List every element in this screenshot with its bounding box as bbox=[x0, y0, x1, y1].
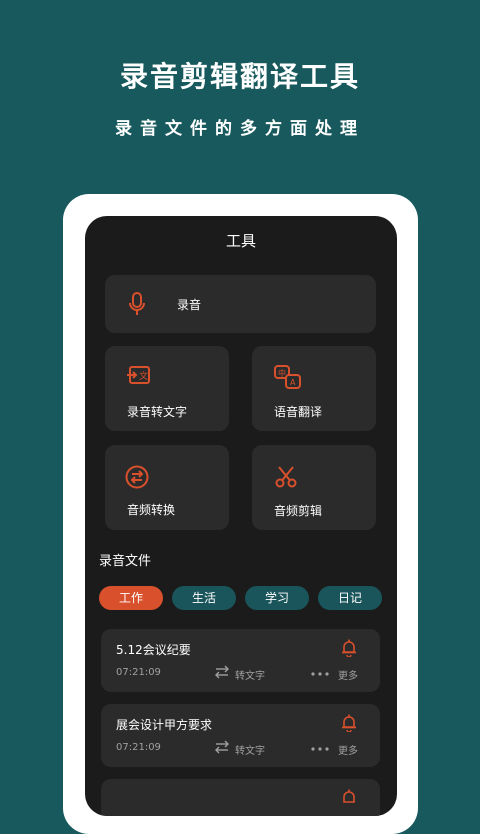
file-time: 07:21:09 bbox=[116, 667, 161, 678]
svg-text:A: A bbox=[290, 378, 296, 387]
promo-title: 录音剪辑翻译工具 bbox=[119, 60, 360, 93]
record-label: 录音 bbox=[177, 298, 202, 312]
tab-life[interactable]: 生活 bbox=[172, 586, 236, 610]
translate-icon: 中 A bbox=[274, 365, 301, 389]
files-section-title: 录音文件 bbox=[99, 554, 152, 569]
convert-arrows-icon[interactable] bbox=[215, 740, 229, 754]
file-item[interactable]: 5.12会议纪要 07:21:09 转文字 更多 bbox=[101, 629, 380, 692]
bell-icon[interactable] bbox=[341, 714, 357, 732]
convert-to-text-link[interactable]: 转文字 bbox=[235, 742, 265, 757]
file-name: 展会设计甲方要求 bbox=[116, 718, 213, 732]
more-dots-icon[interactable] bbox=[311, 672, 329, 676]
voice-translate-label: 语音翻译 bbox=[274, 405, 323, 419]
convert-to-text-link[interactable]: 转文字 bbox=[235, 667, 265, 682]
voice-translate-card[interactable]: 中 A 语音翻译 bbox=[252, 346, 376, 431]
promo-subtitle: 录音文件的多方面处理 bbox=[115, 119, 365, 139]
page-title: 工具 bbox=[225, 232, 256, 250]
audio-convert-card[interactable]: 音频转换 bbox=[105, 445, 229, 530]
bell-icon[interactable] bbox=[341, 789, 357, 807]
app-screen: 工具 录音 文 录音转文字 中 A 语音翻译 音频转换 音频剪辑 录音文件 工作… bbox=[85, 216, 397, 816]
speech-to-text-label: 录音转文字 bbox=[127, 405, 188, 419]
audio-cut-label: 音频剪辑 bbox=[274, 504, 323, 518]
svg-text:文: 文 bbox=[139, 370, 148, 382]
more-dots-icon[interactable] bbox=[311, 747, 329, 751]
text-convert-icon: 文 bbox=[127, 366, 150, 384]
more-link[interactable]: 更多 bbox=[338, 667, 358, 682]
speech-to-text-card[interactable]: 文 录音转文字 bbox=[105, 346, 229, 431]
file-name: 5.12会议纪要 bbox=[116, 643, 191, 657]
bell-icon[interactable] bbox=[341, 639, 357, 657]
svg-text:中: 中 bbox=[278, 368, 286, 378]
tab-diary[interactable]: 日记 bbox=[318, 586, 382, 610]
file-item-partial[interactable] bbox=[101, 779, 380, 816]
audio-cut-card[interactable]: 音频剪辑 bbox=[252, 445, 376, 530]
swap-circle-icon bbox=[125, 465, 149, 489]
file-item[interactable]: 展会设计甲方要求 07:21:09 转文字 更多 bbox=[101, 704, 380, 767]
audio-convert-label: 音频转换 bbox=[127, 503, 176, 517]
tab-study[interactable]: 学习 bbox=[245, 586, 309, 610]
file-time: 07:21:09 bbox=[116, 742, 161, 753]
more-link[interactable]: 更多 bbox=[338, 742, 358, 757]
tab-work[interactable]: 工作 bbox=[99, 586, 163, 610]
scissors-icon bbox=[275, 466, 297, 488]
convert-arrows-icon[interactable] bbox=[215, 665, 229, 679]
microphone-icon bbox=[129, 292, 145, 315]
record-card[interactable]: 录音 bbox=[105, 275, 376, 333]
